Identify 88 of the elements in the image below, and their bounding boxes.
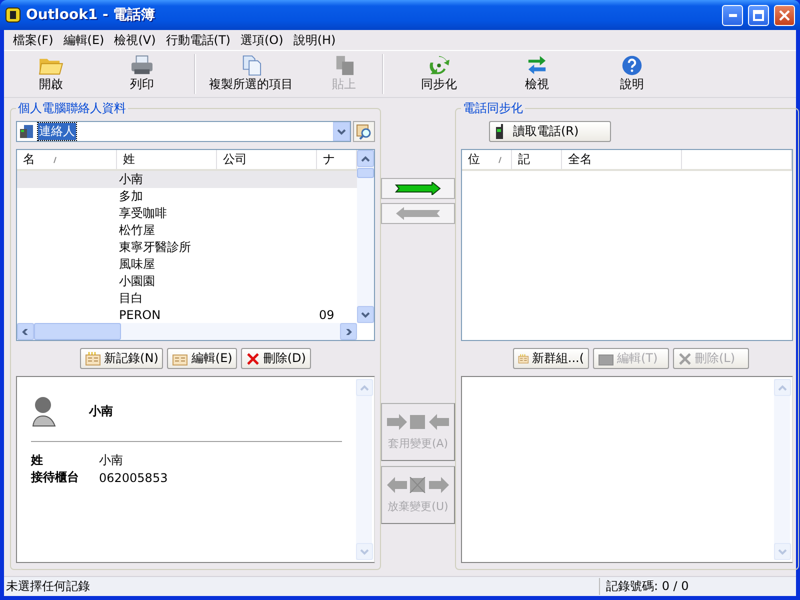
column-header[interactable]: 全名 — [562, 150, 682, 169]
table-cell-text: PERON — [118, 307, 162, 323]
minimize-icon — [728, 14, 736, 16]
read-phone-button[interactable]: 讀取電話(R) — [489, 121, 611, 142]
field-value: 小南 — [99, 452, 123, 469]
toolbar-button[interactable]: 檢視 — [494, 53, 580, 95]
maximize-icon — [753, 10, 764, 20]
column-header[interactable]: 位 — [462, 150, 512, 169]
minimize-button[interactable] — [722, 4, 743, 26]
table-cell-text: 小南 — [118, 171, 144, 188]
scroll-up-button[interactable] — [357, 150, 374, 167]
close-button[interactable] — [774, 4, 795, 26]
discard-icon — [387, 476, 449, 492]
column-header[interactable]: 姓 — [117, 150, 217, 169]
transfer-button[interactable] — [381, 178, 455, 199]
chevron-down-icon — [360, 548, 369, 554]
toolbar-button[interactable]: 同步化 — [384, 53, 494, 95]
folder-dropdown[interactable]: 連絡人 — [16, 121, 351, 142]
card-icon — [518, 352, 529, 366]
scrollbar[interactable] — [17, 323, 357, 340]
maximize-button[interactable] — [748, 4, 769, 26]
column-header[interactable]: 公司 — [217, 150, 317, 169]
phone-icon — [494, 124, 504, 140]
chevron-down-icon — [337, 128, 346, 134]
chevron-left-icon — [21, 328, 30, 334]
toolbar-button[interactable]: 開啟 — [12, 53, 90, 95]
chevron-down-icon — [361, 312, 370, 318]
scroll-right-button[interactable] — [340, 323, 357, 340]
table-cell-text: 享受咖啡 — [118, 205, 168, 222]
chevron-down-icon — [778, 548, 787, 554]
chevron-up-icon — [360, 384, 369, 390]
group-title: 個人電腦聯絡人資料 — [17, 100, 127, 117]
menu-item[interactable]: 說明(H) — [288, 32, 341, 48]
search-button[interactable] — [353, 121, 375, 142]
group-title: 電話同步化 — [462, 100, 524, 117]
scroll-left-button[interactable] — [17, 323, 34, 340]
save-icon — [387, 414, 449, 430]
field-label: 接待櫃台 — [31, 469, 80, 486]
chevron-up-icon — [361, 156, 370, 162]
field-label: 姓 — [31, 452, 44, 469]
chevron-right-icon — [344, 328, 353, 334]
menu-item[interactable]: 編輯(E) — [58, 32, 110, 48]
app-icon — [5, 7, 21, 23]
delete-icon — [678, 352, 692, 366]
window-title: Outlook1 - 電話簿 — [26, 6, 156, 24]
close-icon — [779, 10, 790, 20]
list-row[interactable]: 小南 — [17, 171, 357, 188]
scroll-thumb[interactable] — [34, 323, 121, 340]
menu-item[interactable]: 選項(O) — [236, 32, 288, 48]
table-cell-text: 松竹屋 — [118, 222, 156, 239]
column-header[interactable]: 記 — [512, 150, 562, 169]
right-arrow-icon — [395, 182, 441, 195]
table-cell-text: 東寧牙醫診所 — [118, 239, 192, 256]
card-icon — [85, 352, 102, 366]
search-icon — [356, 124, 372, 140]
menu-item[interactable]: 檔案(F) — [8, 32, 58, 48]
table-cell-text: 多加 — [118, 188, 144, 205]
action-button[interactable]: 新群組...( — [513, 348, 589, 369]
contacts-icon — [19, 124, 35, 139]
action-button[interactable]: 編輯(E) — [167, 348, 238, 369]
chevron-up-icon — [778, 384, 787, 390]
column-header[interactable]: 名 — [17, 150, 117, 169]
menu-item[interactable]: 行動電話(T) — [160, 32, 236, 48]
delete-icon — [246, 352, 260, 366]
field-value: 062005853 — [99, 470, 168, 484]
toolbar-button[interactable]: 列印 — [90, 53, 194, 95]
printer-icon — [129, 55, 155, 76]
table-cell-text: 小園園 — [118, 273, 156, 290]
card-icon — [598, 352, 614, 366]
person-icon — [31, 395, 57, 427]
contact-name: 小南 — [89, 402, 113, 420]
card-icon — [172, 352, 188, 366]
table-cell-text: 風味屋 — [118, 256, 156, 273]
action-button[interactable]: 新記錄(N) — [80, 348, 164, 369]
toolbar-button[interactable]: 複製所選的項目 — [196, 53, 306, 95]
record-count: 記錄號碼: 0 / 0 — [599, 578, 796, 595]
status-text: 未選擇任何記錄 — [5, 578, 91, 595]
toolbar-button[interactable]: 說明 — [580, 53, 684, 95]
dropdown-button[interactable] — [333, 122, 350, 141]
help-icon — [620, 55, 644, 76]
action-button[interactable]: 刪除(D) — [241, 348, 311, 369]
scroll-thumb[interactable] — [357, 168, 374, 178]
left-arrow-icon — [395, 207, 441, 220]
menu-item[interactable]: 檢視(V) — [109, 32, 161, 48]
scrollbar[interactable] — [357, 150, 374, 323]
scroll-down-button[interactable] — [357, 306, 374, 323]
table-cell-text: 目白 — [118, 290, 144, 307]
table-cell-text: 09 — [318, 307, 336, 323]
